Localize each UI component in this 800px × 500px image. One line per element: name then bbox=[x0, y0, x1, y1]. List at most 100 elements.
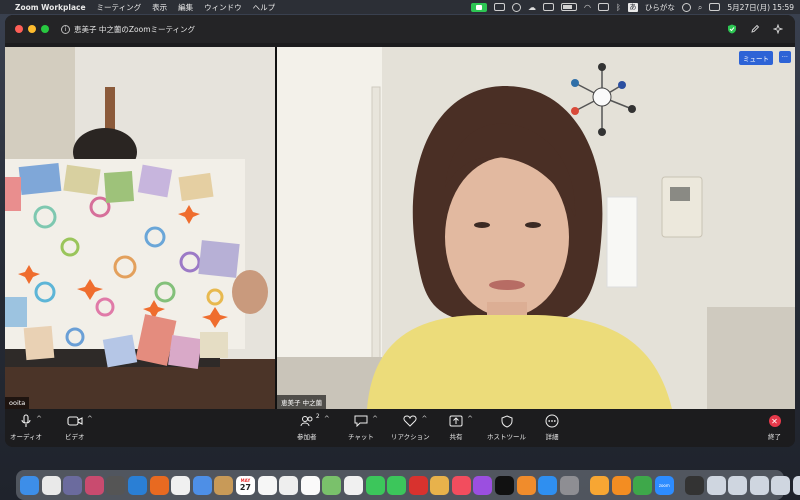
control-center-icon[interactable] bbox=[709, 3, 721, 11]
bluetooth-icon[interactable]: ᛒ bbox=[616, 3, 621, 12]
safari-icon[interactable] bbox=[127, 475, 147, 495]
trash-icon[interactable] bbox=[792, 475, 800, 495]
details-label: 詳細 bbox=[545, 433, 559, 441]
audio-label: オーディオ bbox=[10, 433, 43, 441]
photos-icon[interactable] bbox=[343, 475, 363, 495]
menu-bar: Zoom Workplace ミーティング 表示 編集 ウィンドウ ヘルプ ☁ … bbox=[0, 0, 800, 14]
input-mode-label[interactable]: ひらがな bbox=[645, 2, 675, 13]
host-tools-button[interactable]: ホストツール bbox=[487, 413, 526, 441]
photo-app-icon[interactable] bbox=[430, 475, 450, 495]
participants-button[interactable]: 2 ^ 参加者 bbox=[297, 413, 330, 441]
facetime-icon[interactable] bbox=[387, 475, 407, 495]
menu-clock[interactable]: 5月27日(月) 15:59 bbox=[727, 2, 794, 13]
siri-icon[interactable] bbox=[63, 475, 83, 495]
title-bar: i 恵美子 中之薗のZoomミーティング bbox=[5, 15, 795, 43]
reminders-icon[interactable] bbox=[279, 475, 299, 495]
system-settings-icon[interactable] bbox=[559, 475, 579, 495]
minimized-window-icon[interactable] bbox=[685, 475, 704, 495]
pdf-app-icon[interactable] bbox=[408, 475, 428, 495]
close-window-button[interactable] bbox=[15, 25, 23, 33]
share-button[interactable]: ^ 共有 bbox=[449, 413, 473, 441]
menu-view[interactable]: 表示 bbox=[152, 2, 167, 13]
battery-icon[interactable] bbox=[561, 3, 578, 11]
menu-meeting[interactable]: ミーティング bbox=[97, 2, 142, 13]
video-tile-emiko[interactable]: 恵美子 中之薗 ミュート ··· bbox=[277, 47, 795, 409]
app-name-menu[interactable]: Zoom Workplace bbox=[15, 3, 86, 12]
video-area: ooita 恵美子 中之薗 ミュート ··· bbox=[5, 47, 795, 409]
audio-button[interactable]: ^ オーディオ bbox=[10, 413, 42, 441]
menu-help[interactable]: ヘルプ bbox=[253, 2, 276, 13]
mirror-icon[interactable] bbox=[543, 3, 555, 11]
details-button[interactable]: 詳細 bbox=[545, 413, 559, 441]
keynote-icon[interactable] bbox=[611, 475, 631, 495]
video-label: ビデオ bbox=[65, 433, 85, 441]
end-meeting-button[interactable]: ✕ 終了 bbox=[768, 413, 781, 441]
search-icon[interactable]: ⌕ bbox=[698, 3, 702, 12]
podcasts-icon[interactable] bbox=[473, 475, 493, 495]
zoom-dock-icon[interactable]: zoom bbox=[654, 475, 674, 495]
edit-pen-icon[interactable] bbox=[750, 24, 760, 34]
meeting-title: 恵美子 中之薗のZoomミーティング bbox=[74, 24, 196, 34]
participant-video-emiko bbox=[277, 47, 795, 409]
reactions-button[interactable]: ^ リアクション bbox=[391, 413, 430, 441]
end-close-icon: ✕ bbox=[768, 415, 781, 427]
chat-options-chevron-icon[interactable]: ^ bbox=[372, 415, 378, 423]
apps-grid-icon[interactable] bbox=[106, 475, 126, 495]
participant-more-button[interactable]: ··· bbox=[778, 51, 791, 63]
menu-edit[interactable]: 編集 bbox=[178, 2, 193, 13]
screen-icon[interactable] bbox=[494, 3, 506, 11]
apple-tv-icon[interactable] bbox=[495, 475, 515, 495]
calendar-day: 27 bbox=[239, 482, 251, 492]
host-shield-icon bbox=[501, 414, 512, 428]
menu-window[interactable]: ウィンドウ bbox=[204, 2, 242, 13]
music-icon[interactable] bbox=[451, 475, 471, 495]
mail-icon[interactable] bbox=[192, 475, 212, 495]
video-tile-ooita[interactable]: ooita bbox=[5, 47, 275, 409]
pages-icon[interactable] bbox=[590, 475, 610, 495]
participants-icon bbox=[300, 416, 313, 427]
share-options-chevron-icon[interactable]: ^ bbox=[467, 415, 473, 423]
minimized-window-icon-3[interactable] bbox=[728, 475, 748, 495]
minimized-window-icon-2[interactable] bbox=[706, 475, 726, 495]
ai-sparkle-icon[interactable] bbox=[773, 24, 783, 34]
display-icon[interactable] bbox=[598, 3, 610, 11]
clock-icon[interactable] bbox=[681, 2, 691, 12]
launchpad-icon[interactable] bbox=[84, 475, 104, 495]
minimized-window-icon-5[interactable] bbox=[771, 475, 791, 495]
freeform-icon[interactable] bbox=[300, 475, 320, 495]
audio-options-chevron-icon[interactable]: ^ bbox=[36, 415, 42, 423]
cloud-icon[interactable]: ☁ bbox=[528, 3, 536, 12]
calendar-icon[interactable]: MAY 27 bbox=[235, 475, 255, 495]
circle-status-icon[interactable] bbox=[512, 2, 522, 12]
numbers-icon[interactable] bbox=[633, 475, 653, 495]
chrome-icon[interactable] bbox=[171, 475, 191, 495]
input-method-icon[interactable]: あ bbox=[627, 2, 638, 12]
firefox-icon[interactable] bbox=[149, 475, 169, 495]
notes-pad-icon[interactable] bbox=[41, 475, 61, 495]
reactions-options-chevron-icon[interactable]: ^ bbox=[421, 415, 427, 423]
zoom-status-icon[interactable] bbox=[471, 2, 488, 12]
messages-icon[interactable] bbox=[365, 475, 385, 495]
maximize-window-button[interactable] bbox=[41, 25, 49, 33]
mute-participant-button[interactable]: ミュート bbox=[739, 51, 773, 65]
video-button[interactable]: ^ ビデオ bbox=[65, 413, 93, 441]
chat-button[interactable]: ^ チャット bbox=[348, 413, 378, 441]
heart-reaction-icon bbox=[403, 415, 417, 427]
zoom-window: i 恵美子 中之薗のZoomミーティング ooita 恵美子 中之薗 ミュート … bbox=[5, 15, 795, 447]
finder-icon[interactable] bbox=[20, 475, 39, 495]
contacts-icon[interactable] bbox=[214, 475, 234, 495]
encryption-shield-icon[interactable] bbox=[727, 24, 737, 34]
minimized-window-icon-4[interactable] bbox=[749, 475, 769, 495]
minimize-window-button[interactable] bbox=[28, 25, 36, 33]
participant-video-ooita bbox=[5, 47, 275, 409]
meeting-info-icon[interactable]: i bbox=[61, 24, 70, 34]
notes-icon[interactable] bbox=[257, 475, 277, 495]
books-icon[interactable] bbox=[516, 475, 536, 495]
app-store-icon[interactable] bbox=[538, 475, 558, 495]
maps-icon[interactable] bbox=[322, 475, 342, 495]
more-details-icon bbox=[545, 414, 559, 428]
video-options-chevron-icon[interactable]: ^ bbox=[87, 415, 93, 423]
wifi-icon[interactable]: ◠ bbox=[584, 3, 591, 12]
participants-options-chevron-icon[interactable]: ^ bbox=[324, 415, 330, 423]
meeting-toolbar: ^ オーディオ ^ ビデオ 2 ^ 参加者 ^ チャット ^ リアクション ^ … bbox=[5, 409, 795, 447]
